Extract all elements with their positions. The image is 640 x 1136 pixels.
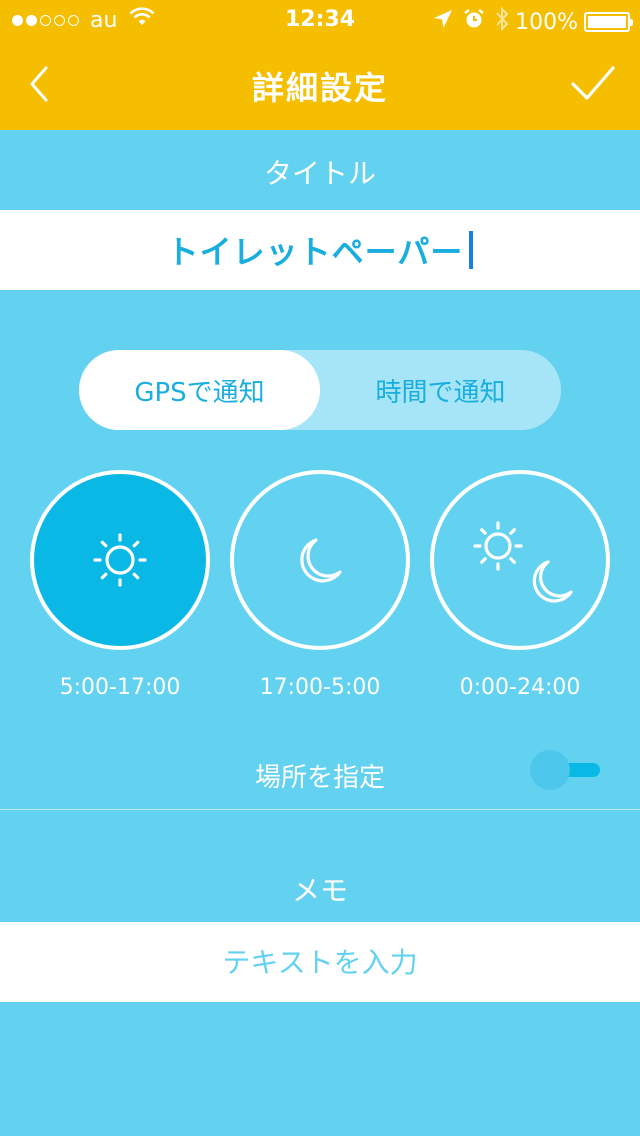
status-bar: au 12:34 100% — [0, 0, 640, 40]
nighttime-option-button[interactable] — [230, 470, 410, 650]
nighttime-range-label: 17:00-5:00 — [259, 675, 381, 700]
done-button[interactable] — [570, 64, 616, 104]
divider — [0, 809, 640, 810]
title-field[interactable]: トイレットペーパー — [0, 210, 640, 290]
battery-percent: 100% — [515, 9, 578, 35]
title-label: タイトル — [263, 157, 376, 190]
bluetooth-icon — [495, 6, 509, 37]
checkmark-icon — [571, 66, 615, 100]
toggle-knob[interactable] — [530, 750, 570, 790]
title-input-value[interactable]: トイレットペーパー — [167, 227, 464, 273]
header-bar: au 12:34 100% 詳細設定 — [0, 0, 640, 130]
page-title: 詳細設定 — [251, 69, 388, 107]
location-arrow-icon — [433, 9, 453, 35]
memo-input[interactable] — [0, 922, 640, 1002]
text-caret — [469, 231, 474, 269]
navigation-bar: 詳細設定 — [0, 40, 640, 130]
notify-mode-segment: GPSで通知 時間で通知 — [79, 350, 561, 430]
battery-icon — [584, 12, 633, 32]
memo-label: メモ — [291, 874, 348, 907]
daytime-option-button[interactable] — [30, 470, 210, 650]
gps-notify-tab[interactable]: GPSで通知 — [79, 350, 320, 430]
sun-icon — [93, 533, 147, 587]
time-notify-tab[interactable]: 時間で通知 — [320, 350, 561, 430]
daytime-range-label: 5:00-17:00 — [59, 675, 181, 700]
alarm-icon — [463, 8, 485, 36]
allday-range-label: 0:00-24:00 — [459, 675, 581, 700]
location-toggle[interactable] — [530, 750, 602, 790]
status-right: 100% — [433, 6, 633, 37]
moon-icon — [300, 538, 342, 583]
sun-moon-icon — [473, 521, 573, 603]
memo-field[interactable] — [0, 922, 640, 1002]
allday-option-button[interactable] — [430, 470, 610, 650]
